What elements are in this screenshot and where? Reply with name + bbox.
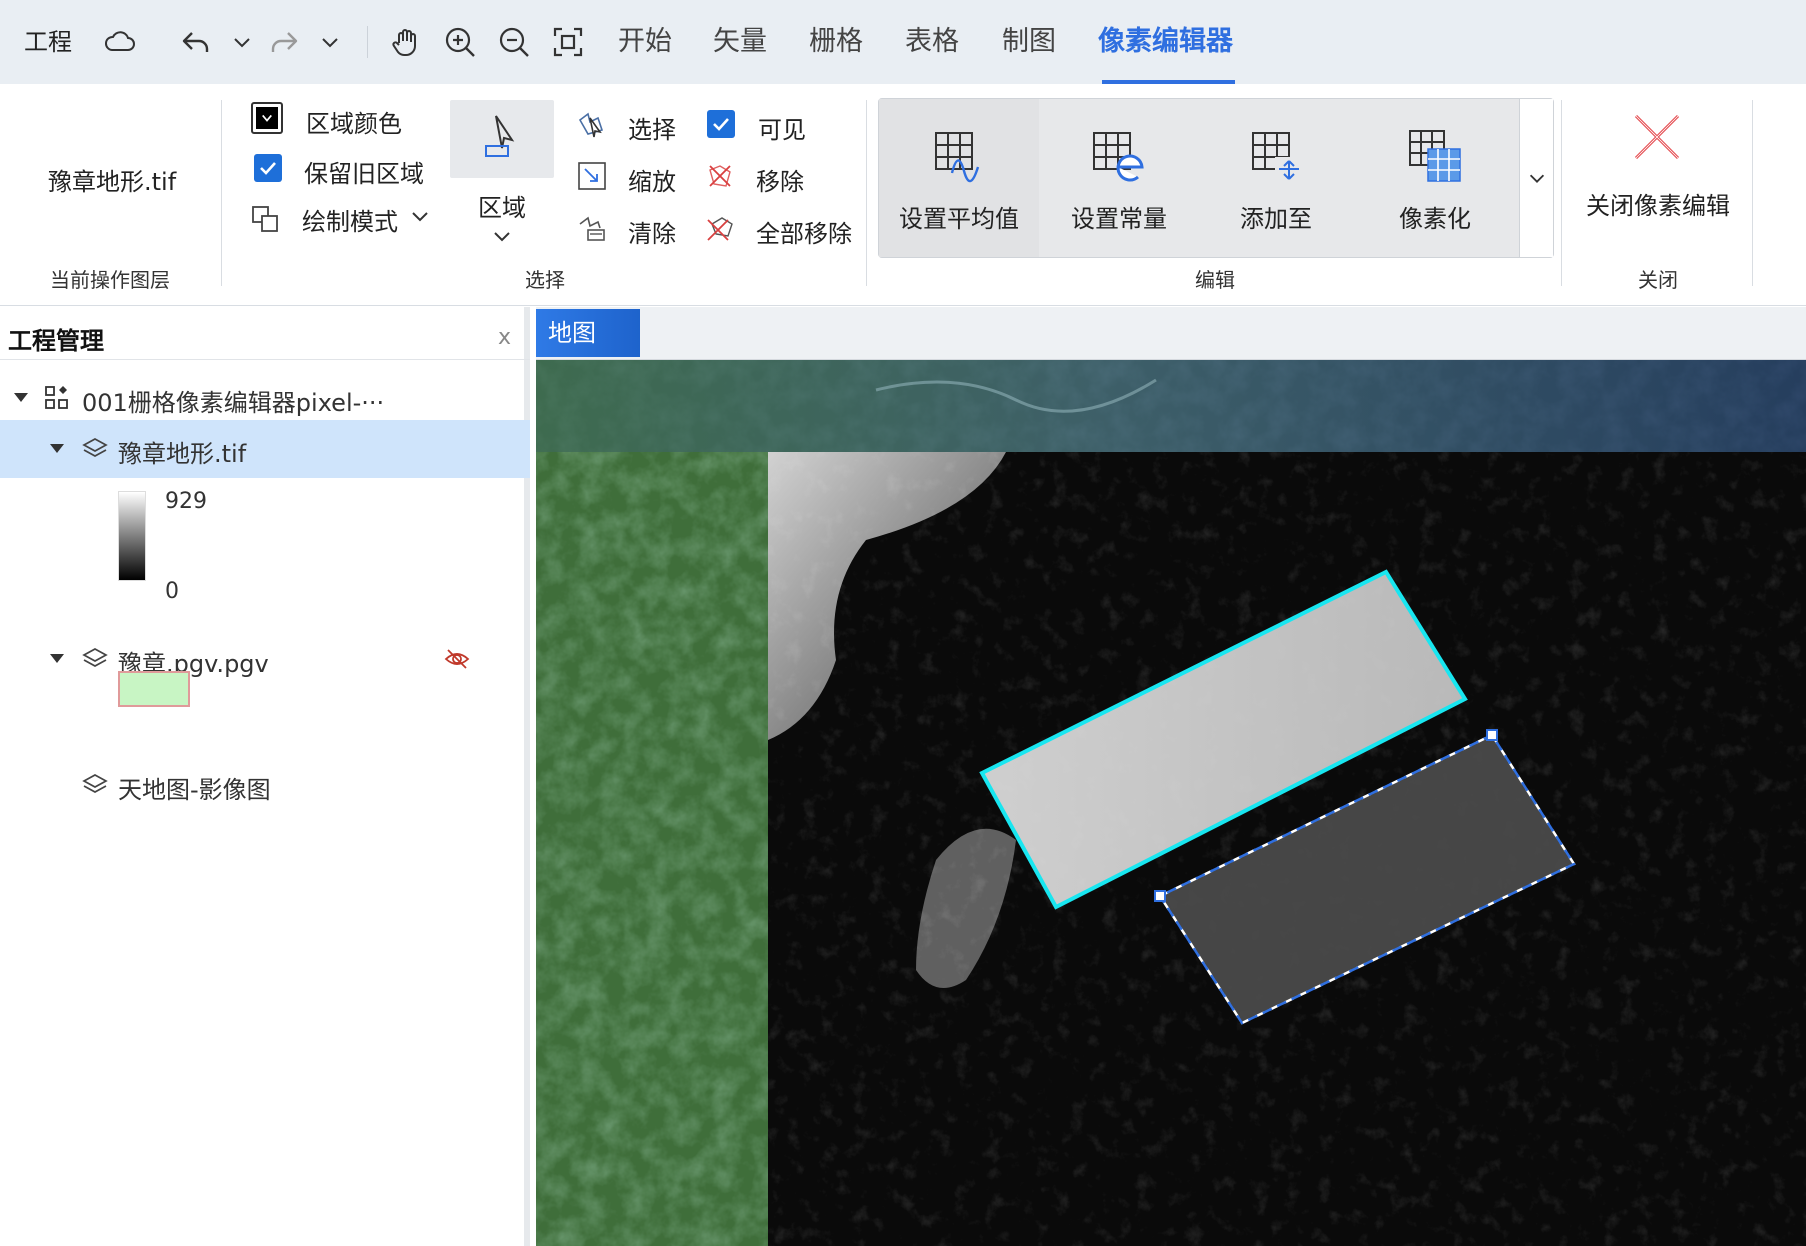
menu-start[interactable]: 开始 [618,0,672,84]
panel-divider [0,359,530,360]
set-constant-button[interactable]: 设置常量 [1044,99,1194,257]
menu-raster[interactable]: 栅格 [809,0,863,84]
map-tab[interactable]: 地图 [536,309,640,357]
layers-icon [82,648,108,667]
close-group-label: 关闭 [1638,268,1678,292]
draw-mode-dropdown-icon[interactable] [408,204,432,228]
tree-layer-item[interactable]: 豫章地形.tif [0,420,530,478]
menu-pixel-editor[interactable]: 像素编辑器 [1098,0,1233,84]
undo-icon[interactable] [174,20,218,64]
legend-min-value: 0 [165,579,179,604]
clear-label[interactable]: 清除 [628,214,676,249]
set-constant-label: 设置常量 [1071,205,1167,233]
ribbon-separator [1561,100,1562,286]
remove-label[interactable]: 移除 [756,162,804,197]
undo-dropdown-icon[interactable] [220,20,264,64]
draw-mode-icon[interactable] [250,204,282,236]
chevron-down-icon [1529,174,1544,183]
tree-project-root[interactable]: 001栅格像素编辑器pixel-··· [0,369,530,427]
region-label[interactable]: 区域 [478,188,526,223]
pan-hand-icon[interactable] [384,20,428,64]
visible-checkbox[interactable] [707,110,735,138]
pixelate-button[interactable]: 像素化 [1360,99,1510,257]
set-average-label: 设置平均值 [899,205,1019,233]
map-area: 地图 [536,307,1806,1246]
full-extent-icon[interactable] [546,20,590,64]
select-label[interactable]: 选择 [628,110,676,145]
add-to-label: 添加至 [1240,205,1312,233]
zoom-out-icon[interactable] [492,20,536,64]
project-icon [45,386,68,409]
select-group-label: 选择 [525,268,565,292]
region-button[interactable] [450,100,554,178]
menu-bar: 工程 开始 矢量 栅格 表格 制图 像素编辑器 [0,0,1806,84]
project-manager-panel: 工程管理 x 001栅格像素编辑器pixel-··· 豫章地形.tif 929 … [0,307,530,1246]
edit-group-label: 编辑 [1195,268,1235,292]
keep-old-area-label: 保留旧区域 [304,160,424,188]
region-dropdown-icon[interactable] [490,224,514,248]
menu-vector[interactable]: 矢量 [713,0,767,84]
zoom-in-icon[interactable] [438,20,482,64]
draw-mode-label[interactable]: 绘制模式 [302,202,398,237]
layer-name: 豫章地形.tif [118,440,247,468]
current-layer-group-label: 当前操作图层 [50,268,170,292]
raster-legend-gradient [118,491,146,581]
panel-title: 工程管理 [8,327,104,355]
redo-icon[interactable] [262,20,306,64]
satellite-water [536,360,1806,452]
ribbon-separator [221,100,222,286]
tree-layer-item[interactable]: 天地图-影像图 [0,756,530,814]
zoom-to-label[interactable]: 缩放 [628,162,676,197]
expand-arrow-icon[interactable] [50,444,64,454]
grid-pixelate-icon [1406,127,1464,189]
menu-project[interactable]: 工程 [24,0,72,84]
layer-name: 天地图-影像图 [118,776,271,804]
clear-icon[interactable] [576,212,608,244]
vertex-handle[interactable] [1154,890,1166,902]
add-to-button[interactable]: 添加至 [1201,99,1351,257]
ribbon-separator [866,100,867,286]
remove-all-icon[interactable] [704,212,736,244]
close-pixel-edit-icon[interactable] [1630,110,1684,164]
close-pixel-edit-label[interactable]: 关闭像素编辑 [1586,186,1730,221]
keep-old-area-checkbox[interactable] [254,154,282,182]
pixelate-label: 像素化 [1399,205,1471,233]
select-icon[interactable] [576,108,608,140]
layers-icon [82,438,108,457]
current-layer-value[interactable]: 豫章地形.tif [48,162,176,197]
layers-icon [82,774,108,793]
visibility-off-icon[interactable] [444,647,470,671]
grid-constant-icon [1090,127,1148,189]
region-select-icon [480,110,526,162]
ribbon-separator [1752,100,1753,286]
panel-close-button[interactable]: x [498,325,511,350]
zoom-to-icon[interactable] [576,160,608,192]
expand-arrow-icon[interactable] [50,654,64,664]
area-color-swatch[interactable] [251,102,283,134]
edit-gallery-expand[interactable] [1519,99,1553,257]
map-tab-strip: 地图 [536,307,1806,360]
vertex-handle[interactable] [1486,729,1498,741]
visible-label: 可见 [758,116,806,144]
redo-dropdown-icon[interactable] [308,20,352,64]
map-canvas[interactable] [536,360,1806,1246]
menu-cartography[interactable]: 制图 [1002,0,1056,84]
remove-icon[interactable] [704,160,736,192]
grid-wave-icon [930,127,988,189]
map-render[interactable] [536,360,1806,1246]
ribbon: 豫章地形.tif 当前操作图层 区域颜色 保留旧区域 绘制模式 区域 选择 缩放… [0,84,1806,306]
tree-layer-item[interactable]: 豫章.pgv.pgv [0,630,530,688]
expand-arrow-icon[interactable] [14,393,28,403]
set-average-button[interactable]: 设置平均值 [884,99,1034,257]
menu-table[interactable]: 表格 [905,0,959,84]
area-color-label: 区域颜色 [306,110,402,138]
remove-all-label[interactable]: 全部移除 [756,214,852,249]
legend-max-value: 929 [165,489,207,514]
edit-gallery: 设置平均值 设置常量 添加至 像素化 [878,98,1554,258]
project-name: 001栅格像素编辑器pixel-··· [82,389,385,417]
cloud-icon[interactable] [98,20,142,64]
toolbar-separator [367,26,368,58]
vector-legend-swatch [118,671,190,707]
grid-add-icon [1247,127,1305,189]
